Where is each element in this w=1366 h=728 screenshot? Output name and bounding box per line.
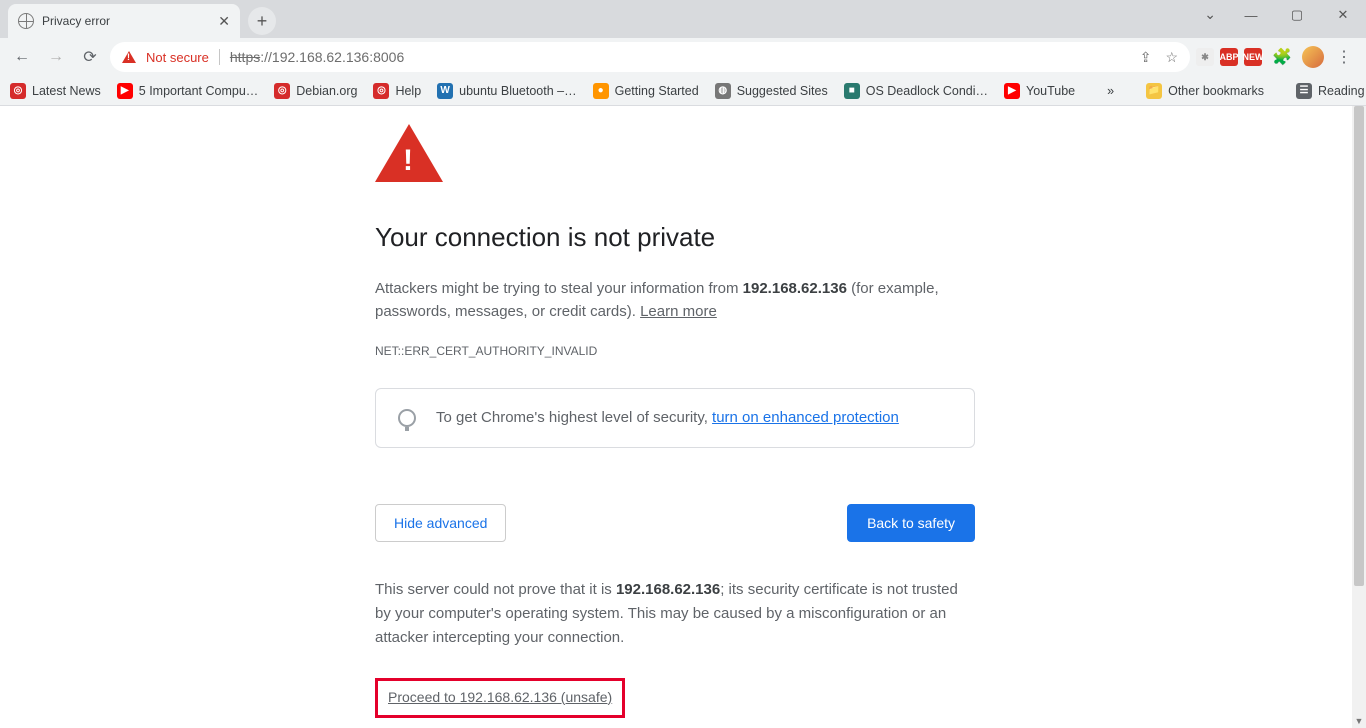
- extension-icon-1[interactable]: ✱: [1196, 48, 1214, 66]
- button-row: Hide advanced Back to safety: [375, 504, 975, 542]
- bookmark-label: ubuntu Bluetooth –…: [459, 84, 576, 98]
- back-to-safety-button[interactable]: Back to safety: [847, 504, 975, 542]
- bookmark-item[interactable]: ▶ 5 Important Compu…: [117, 83, 259, 99]
- bookmark-favicon: ◎: [373, 83, 389, 99]
- enhanced-protection-link[interactable]: turn on enhanced protection: [712, 409, 899, 426]
- scroll-down-icon[interactable]: ▼: [1352, 714, 1366, 728]
- page-heading: Your connection is not private: [375, 222, 975, 253]
- bookmark-favicon: ▶: [117, 83, 133, 99]
- browser-tab[interactable]: Privacy error ✕: [8, 4, 240, 38]
- reload-button[interactable]: ⟳: [76, 43, 104, 71]
- bookmark-item[interactable]: ◍ Suggested Sites: [715, 83, 828, 99]
- separator: [219, 49, 220, 65]
- extension-abp-icon[interactable]: ABP: [1220, 48, 1238, 66]
- bookmark-favicon: W: [437, 83, 453, 99]
- proceed-highlight-box: Proceed to 192.168.62.136 (unsafe): [375, 678, 625, 718]
- forward-button[interactable]: →: [42, 43, 70, 71]
- bookmarks-bar: ◎ Latest News ▶ 5 Important Compu… ◎ Debian.o…: [0, 76, 1366, 106]
- url-text: https://192.168.62.136:8006: [230, 49, 404, 65]
- window-maximize[interactable]: ▢: [1274, 0, 1320, 30]
- bookmark-label: Latest News: [32, 84, 101, 98]
- lightbulb-icon: [398, 409, 416, 427]
- tab-title: Privacy error: [42, 14, 110, 28]
- omnibox[interactable]: Not secure https://192.168.62.136:8006 ⇪…: [110, 42, 1190, 72]
- extension-new-icon[interactable]: NEW: [1244, 48, 1262, 66]
- tip-box: To get Chrome's highest level of securit…: [375, 388, 975, 448]
- bookmark-item[interactable]: ◎ Debian.org: [274, 83, 357, 99]
- warning-paragraph: Attackers might be trying to steal your …: [375, 277, 975, 324]
- advanced-explanation: This server could not prove that it is 1…: [375, 578, 975, 650]
- bookmark-label: Help: [395, 84, 421, 98]
- reading-list-label: Reading list: [1318, 84, 1366, 98]
- bookmark-item[interactable]: ● Getting Started: [593, 83, 699, 99]
- scrollbar[interactable]: ▲ ▼: [1352, 106, 1366, 728]
- window-close[interactable]: ✕: [1320, 0, 1366, 30]
- globe-icon: [18, 13, 34, 29]
- page-viewport: Your connection is not private Attackers…: [0, 106, 1352, 728]
- window-controls: ⌄ — ▢ ✕: [1228, 0, 1366, 30]
- other-bookmarks[interactable]: 📁 Other bookmarks: [1146, 83, 1264, 99]
- not-secure-label: Not secure: [146, 50, 209, 65]
- share-icon[interactable]: ⇪: [1140, 49, 1152, 66]
- bookmark-favicon: ◎: [274, 83, 290, 99]
- bookmark-item[interactable]: ■ OS Deadlock Condi…: [844, 83, 988, 99]
- bookmark-label: YouTube: [1026, 84, 1075, 98]
- proceed-unsafe-link[interactable]: Proceed to 192.168.62.136 (unsafe): [388, 689, 612, 705]
- interstitial-content: Your connection is not private Attackers…: [375, 124, 975, 718]
- bookmark-favicon: ◎: [10, 83, 26, 99]
- back-button[interactable]: ←: [8, 43, 36, 71]
- bookmark-favicon: ◍: [715, 83, 731, 99]
- bookmark-label: 5 Important Compu…: [139, 84, 259, 98]
- star-icon[interactable]: ☆: [1165, 49, 1178, 66]
- profile-avatar[interactable]: [1302, 46, 1324, 68]
- hide-advanced-button[interactable]: Hide advanced: [375, 504, 506, 542]
- toolbar: ← → ⟳ Not secure https://192.168.62.136:…: [0, 38, 1366, 76]
- bookmark-item[interactable]: ▶ YouTube: [1004, 83, 1075, 99]
- reading-list[interactable]: ☰ Reading list: [1296, 83, 1366, 99]
- warning-triangle-icon-large: [375, 124, 443, 182]
- error-code: NET::ERR_CERT_AUTHORITY_INVALID: [375, 344, 975, 358]
- close-tab-icon[interactable]: ✕: [218, 13, 230, 30]
- bookmark-favicon: ▶: [1004, 83, 1020, 99]
- window-minimize[interactable]: —: [1228, 0, 1274, 30]
- new-tab-button[interactable]: +: [248, 7, 276, 35]
- bookmark-label: Suggested Sites: [737, 84, 828, 98]
- bookmark-favicon: ●: [593, 83, 609, 99]
- bookmark-favicon: ■: [844, 83, 860, 99]
- bookmark-label: OS Deadlock Condi…: [866, 84, 988, 98]
- tab-strip: Privacy error ✕ + ⌄ — ▢ ✕: [0, 0, 1366, 38]
- bookmark-label: Debian.org: [296, 84, 357, 98]
- scroll-thumb[interactable]: [1354, 106, 1364, 586]
- bookmark-label: Getting Started: [615, 84, 699, 98]
- kebab-menu-icon[interactable]: ⋮: [1330, 43, 1358, 71]
- bookmark-item[interactable]: Wubuntu Bluetooth –…: [437, 83, 576, 99]
- bookmarks-overflow-icon[interactable]: »: [1107, 84, 1114, 98]
- learn-more-link[interactable]: Learn more: [640, 303, 717, 320]
- extensions-menu-icon[interactable]: 🧩: [1268, 43, 1296, 71]
- other-bookmarks-label: Other bookmarks: [1168, 84, 1264, 98]
- tabs-dropdown-icon[interactable]: ⌄: [1204, 6, 1216, 23]
- bookmark-item[interactable]: ◎ Help: [373, 83, 421, 99]
- warning-triangle-icon: [122, 51, 136, 63]
- bookmark-item[interactable]: ◎ Latest News: [10, 83, 101, 99]
